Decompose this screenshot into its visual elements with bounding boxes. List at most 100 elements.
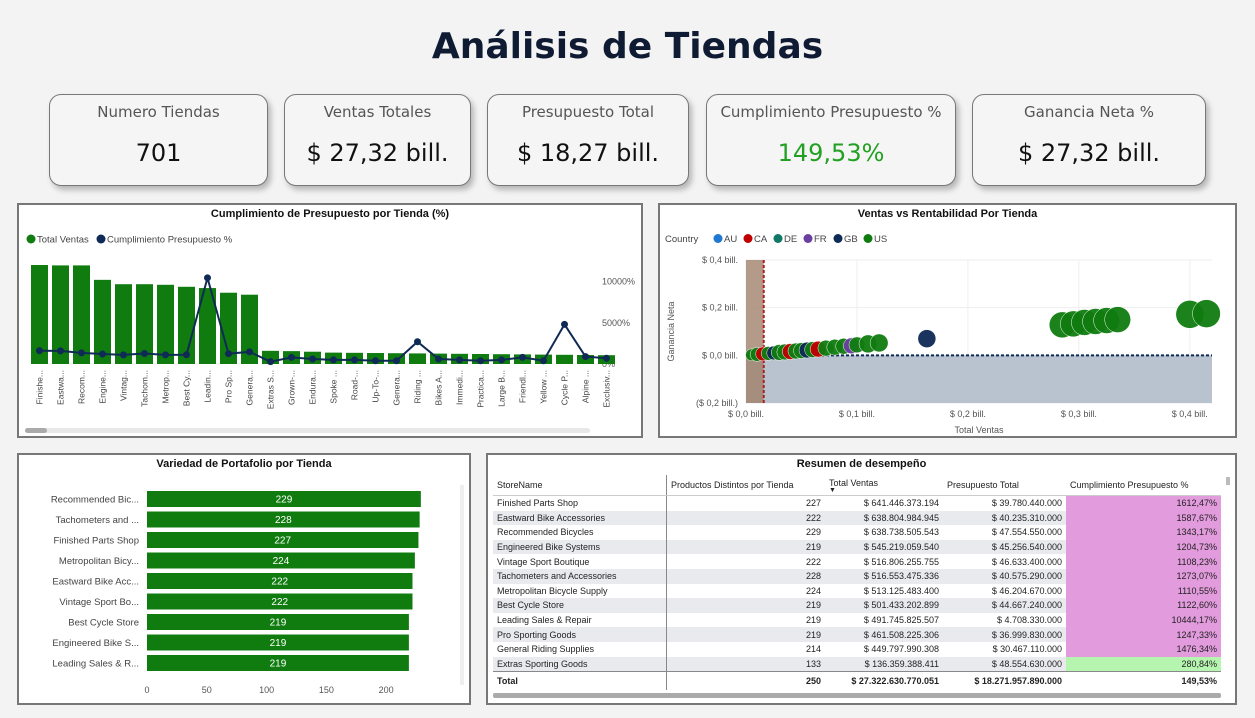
table-row[interactable]: Engineered Bike Systems 219 $ 545.219.059.…: [493, 539, 1221, 555]
legend-marker: [833, 234, 843, 243]
table-title: Resumen de desempeño: [796, 458, 927, 470]
bar-value-label: 222: [271, 577, 288, 588]
table-cell: 229: [666, 525, 825, 540]
x-tick-label: Eastwa...: [56, 370, 66, 405]
table-cell: $ 48.554.630.000: [943, 656, 1066, 672]
table-row[interactable]: General Riding Supplies 214 $ 449.797.990.…: [493, 641, 1221, 657]
y-tick-label: Tachometers and ...: [56, 515, 139, 526]
table-cell: 1273,07%: [1066, 568, 1221, 584]
table-cell: $ 36.999.830.000: [943, 627, 1066, 642]
bar: [409, 353, 426, 364]
column-header-label: Total Ventas: [829, 477, 879, 488]
x-tick-label: Large B...: [497, 370, 507, 407]
table-row[interactable]: Extras Sporting Goods 133 $ 136.359.388.41…: [493, 656, 1221, 672]
horizontal-scrollbar[interactable]: [493, 693, 1221, 698]
x-tick-label: 200: [379, 685, 394, 695]
x-tick-label: $ 0,4 bill.: [1172, 409, 1208, 419]
scatter-chart-panel: Ventas vs Rentabilidad Por Tienda Countr…: [658, 203, 1237, 438]
line-point: [267, 358, 274, 366]
legend-marker: [743, 234, 753, 243]
table-cell: $ 513.125.483.400: [825, 583, 943, 599]
table-cell: $ 449.797.990.308: [825, 641, 943, 657]
table-cell: Engineered Bike Systems: [493, 539, 667, 555]
x-tick-label: Riding ...: [413, 370, 423, 404]
scatter-point: [1104, 306, 1131, 333]
table-cell: Eastward Bike Accessories: [493, 510, 667, 526]
table-row[interactable]: Metropolitan Bicycle Supply 224 $ 513.125.…: [493, 583, 1221, 599]
vertical-scrollbar-track[interactable]: [460, 485, 464, 685]
kpi-card-ventas-totales: Ventas Totales $ 27,32 bill.: [284, 94, 471, 186]
line-point: [225, 350, 232, 358]
table-cell: $ 501.433.202.899: [825, 598, 943, 613]
table-row[interactable]: Recommended Bicycles 229 $ 638.738.505.543…: [493, 525, 1221, 540]
table-cell: 280,84%: [1066, 656, 1221, 672]
column-header-presupuesto[interactable]: Presupuesto Total: [943, 475, 1066, 496]
kpi-label: Ganancia Neta %: [1024, 103, 1154, 121]
column-header-storename[interactable]: StoreName: [493, 475, 667, 496]
column-header-productos[interactable]: Productos Distintos por Tienda: [666, 475, 825, 496]
kpi-card-numero-tiendas: Numero Tiendas 701: [49, 94, 268, 186]
x-tick-label: Practica...: [476, 370, 486, 408]
sort-desc-icon: ▼: [829, 486, 836, 494]
x-tick-label: 100: [259, 685, 274, 695]
vertical-scrollbar[interactable]: [1226, 477, 1230, 485]
scatter-point: [1192, 299, 1221, 328]
table-row[interactable]: Tachometers and Accessories 228 $ 516.553.…: [493, 568, 1221, 584]
total-cell: 250: [666, 671, 825, 691]
table-cell: Leading Sales & Repair: [493, 612, 667, 628]
kpi-label: Presupuesto Total: [521, 103, 655, 121]
table-cell: Recommended Bicycles: [493, 525, 667, 540]
x-tick-label: $ 0,0 bill.: [728, 409, 764, 419]
summary-table-panel: Resumen de desempeño StoreName Productos…: [486, 453, 1237, 705]
x-tick-label: Road-...: [350, 370, 360, 400]
legend-marker-total-ventas: [26, 234, 36, 244]
bar-series: [31, 265, 615, 364]
table-cell: $ 40.575.290.000: [943, 568, 1066, 584]
x-tick-label: Best Cy...: [182, 370, 192, 406]
x-tick-label: Grown-...: [287, 370, 297, 405]
hbar-chart-panel: Variedad de Portafolio por Tienda 229 Rec…: [17, 453, 471, 705]
column-header-cumplimiento[interactable]: Cumplimiento Presupuesto %: [1066, 475, 1221, 496]
table-row[interactable]: Finished Parts Shop 227 $ 641.446.373.194 $…: [493, 495, 1221, 511]
table-cell: 1110,55%: [1066, 583, 1221, 599]
kpi-card-presupuesto-total: Presupuesto Total $ 18,27 bill.: [487, 94, 689, 186]
kpi-value: 149,53%: [777, 139, 885, 167]
low-sales-region-shade: [746, 260, 764, 403]
table-cell: $ 491.745.825.507: [825, 612, 943, 628]
kpi-value: $ 27,32 bill.: [1017, 139, 1161, 167]
horizontal-scrollbar-thumb[interactable]: [25, 428, 47, 433]
table-row[interactable]: Best Cycle Store 219 $ 501.433.202.899 $ 44…: [493, 598, 1221, 613]
table-cell: $ 136.359.388.411: [825, 656, 943, 672]
table-cell: $ 641.446.373.194: [825, 495, 943, 511]
legend-title: Country: [665, 234, 699, 245]
x-tick-label: 50: [202, 685, 212, 695]
bar: [556, 354, 573, 364]
legend-marker: [713, 234, 723, 243]
table-cell: $ 40.235.310.000: [943, 510, 1066, 526]
table-cell: 10444,17%: [1066, 612, 1221, 628]
table-cell: 219: [666, 612, 825, 628]
table-row[interactable]: Eastward Bike Accessories 222 $ 638.804.98…: [493, 510, 1221, 526]
kpi-card-cumplimiento: Cumplimiento Presupuesto % 149,53%: [706, 94, 956, 186]
scatter-point: [869, 333, 889, 353]
line-point: [330, 356, 337, 364]
table-cell: $ 39.780.440.000: [943, 495, 1066, 511]
x-tick-label: Endura...: [308, 370, 318, 405]
table-cell: $ 44.667.240.000: [943, 598, 1066, 613]
table-cell: 222: [666, 554, 825, 569]
y-tick-label: Finished Parts Shop: [53, 536, 139, 547]
table-row[interactable]: Leading Sales & Repair 219 $ 491.745.825.5…: [493, 612, 1221, 628]
legend-marker: [773, 234, 783, 243]
legend-label: FR: [814, 234, 827, 245]
table-cell: 219: [666, 598, 825, 613]
y-tick-label: $ 0,2 bill.: [702, 303, 738, 313]
line-point: [36, 347, 43, 355]
bar-value-label: 219: [270, 659, 287, 670]
column-header-total-ventas[interactable]: Total Ventas ▼: [825, 475, 943, 496]
x-tick-label: Yellow ...: [539, 370, 549, 404]
chart-legend: Total Ventas Cumplimiento Presupuesto %: [26, 234, 233, 246]
table-row[interactable]: Vintage Sport Boutique 222 $ 516.806.255.7…: [493, 554, 1221, 569]
table-row[interactable]: Pro Sporting Goods 219 $ 461.508.225.306 $ …: [493, 627, 1221, 642]
horizontal-scrollbar-track[interactable]: [25, 428, 590, 433]
x-tick-label: $ 0,1 bill.: [839, 409, 875, 419]
